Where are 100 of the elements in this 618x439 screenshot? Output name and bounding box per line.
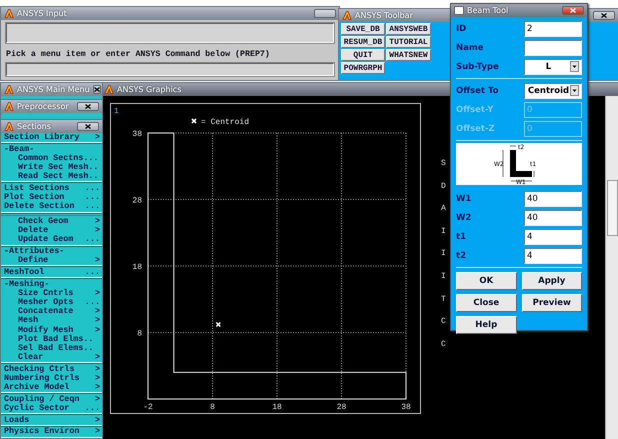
property-label: D (441, 180, 446, 192)
menu-item[interactable]: List Sections ... (1, 184, 102, 194)
menu-item[interactable]: Physics Environ > (1, 427, 102, 437)
field-label: Offset-Z (456, 124, 495, 134)
menu-item[interactable]: Check Geom > (1, 217, 102, 226)
axis-tick-label: 18 (272, 403, 282, 412)
property-label: C (441, 338, 446, 350)
menu-item[interactable]: Read Sect Mesh.. (1, 172, 102, 182)
axis-tick-label: 8 (137, 330, 142, 338)
menu-item[interactable]: Section Library > (1, 133, 102, 142)
toolbar-button[interactable]: RESUM_DB (341, 36, 385, 48)
menu-item[interactable]: Checking Ctrls > (1, 364, 102, 374)
menu-item[interactable]: Cyclic Sector ... (1, 404, 102, 414)
toolbar-button[interactable]: SAVE_DB (341, 23, 385, 35)
menu-item[interactable]: Archive Model > (1, 383, 102, 392)
legend-marker (191, 118, 197, 124)
field-label: W2 (456, 212, 472, 222)
window-icon (454, 6, 464, 15)
property-label: I (441, 248, 446, 260)
field-label: t2 (456, 250, 466, 260)
input-field[interactable]: 40 (524, 210, 582, 226)
dialog-button[interactable]: OK (456, 272, 516, 290)
input-field[interactable] (524, 40, 582, 56)
field-label: Offset To (456, 86, 498, 96)
menu-item[interactable]: Loads > (1, 416, 102, 425)
window-title: ANSYS Graphics (117, 85, 182, 94)
window-title: Preprocessor (17, 102, 69, 111)
menu-item[interactable]: Write Sec Mesh.. (1, 163, 102, 172)
menu-item[interactable]: Sel Bad Elems.. (1, 344, 102, 354)
close-icon (94, 87, 100, 92)
close-button[interactable] (593, 11, 615, 20)
menu-item[interactable]: Mesher Opts ... (1, 298, 102, 308)
input-field[interactable]: 2 (524, 20, 582, 36)
menu-item[interactable]: Plot Section ... (1, 193, 102, 202)
toolbar-button[interactable]: WHATSNEW (386, 49, 431, 61)
property-label: T (441, 294, 446, 305)
dialog-button[interactable]: Preview (522, 294, 582, 312)
field-label: Offset-Y (456, 104, 494, 114)
menu-item[interactable]: Common Sectns... (1, 154, 102, 164)
axis-tick-label: 38 (132, 130, 142, 139)
menu-heading: -Attributes- (3, 247, 66, 256)
data-point (216, 322, 222, 328)
axis-tick-label: 8 (210, 403, 215, 412)
field-label: t1 (456, 232, 466, 242)
axis-tick-label: 18 (132, 263, 142, 272)
window-title: Sections (17, 122, 51, 131)
menu-item[interactable]: Update Geom ... (1, 235, 102, 245)
window-title: ANSYS Input (17, 9, 67, 18)
close-icon (570, 8, 576, 13)
dialog-button[interactable]: Help (456, 316, 516, 334)
menu-item[interactable]: Mesh > (1, 316, 102, 326)
menu-item[interactable]: Modify Mesh > (1, 326, 102, 335)
toolbar-button[interactable]: POWRGRPH (341, 62, 385, 74)
close-icon (85, 124, 91, 129)
menu-heading: -Beam- (3, 144, 36, 154)
menu-item[interactable]: Numbering Ctrls > (1, 374, 102, 384)
dialog-button[interactable]: Apply (522, 272, 582, 290)
field-label: Sub-Type (456, 62, 499, 72)
axis-tick-label: 28 (336, 403, 346, 412)
field-label: W1 (456, 194, 472, 204)
window-number: 1 (114, 107, 119, 116)
menu-item[interactable]: MeshTool ... (1, 268, 102, 278)
dropdown[interactable]: L (524, 58, 582, 74)
axis-tick-label: 38 (401, 403, 411, 412)
close-button[interactable] (92, 85, 101, 94)
menu-item[interactable]: Concatenate > (1, 307, 102, 316)
property-label: A (441, 203, 446, 214)
input-field[interactable]: 4 (524, 228, 582, 244)
close-icon (85, 104, 91, 109)
menu-item[interactable]: Size Cntrls > (1, 288, 102, 298)
field-label: ID (456, 24, 466, 34)
close-button[interactable] (77, 122, 99, 131)
menu-item[interactable]: Clear > (1, 353, 102, 362)
menu-heading: -Meshing- (3, 280, 50, 289)
command-field[interactable] (6, 63, 334, 76)
menu-item[interactable]: Coupling / Ceqn > (1, 394, 102, 404)
menu-item[interactable]: Delete > (1, 226, 102, 236)
axis-tick-label: 28 (132, 196, 142, 206)
menu-item[interactable]: Delete Section ... (1, 202, 102, 212)
axis-tick-label: -2 (143, 403, 153, 412)
logo-icon (342, 11, 352, 20)
property-label: I (441, 270, 446, 282)
property-label: S (441, 158, 446, 169)
toolbar-button[interactable]: TUTORIAL (386, 36, 431, 48)
menu-item[interactable]: Define > (1, 256, 102, 266)
input-field[interactable]: 4 (524, 248, 582, 264)
property-label: C (441, 316, 446, 328)
dialog-button[interactable]: Close (456, 294, 516, 312)
toolbar-button[interactable]: ANSYSWEB (386, 23, 431, 35)
input-field[interactable]: 40 (524, 190, 582, 206)
dropdown[interactable]: Centroid (524, 82, 582, 98)
prompt-text: Pick a menu item or enter ANSYS Command below (PREP7) (6, 49, 271, 59)
field-label: Name (456, 42, 484, 52)
close-button[interactable] (77, 102, 99, 111)
window-title: Beam Tool (467, 6, 508, 15)
menu-item[interactable]: Plot Bad Elms.. (1, 334, 102, 344)
property-label: I (441, 226, 446, 237)
scrollbar[interactable] (605, 96, 618, 439)
command-field[interactable] (6, 23, 334, 43)
toolbar-button[interactable]: QUIT (341, 49, 385, 61)
